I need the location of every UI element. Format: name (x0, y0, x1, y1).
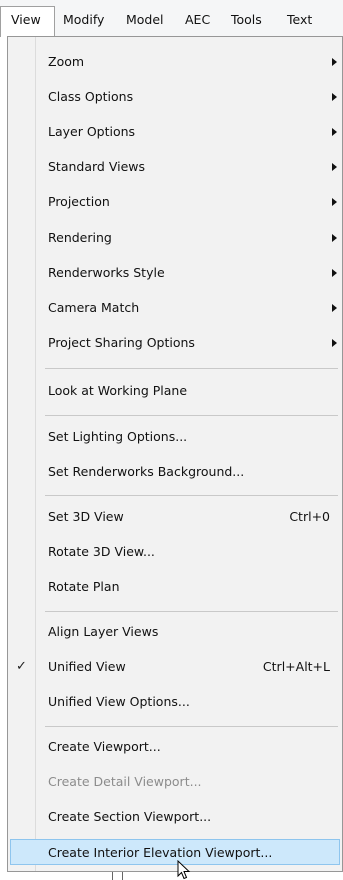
menu-item-align-layer-views[interactable]: Align Layer Views (10, 619, 340, 645)
menu-item-create-viewport[interactable]: Create Viewport... (10, 734, 340, 760)
menu-item-set-lighting-options[interactable]: Set Lighting Options... (10, 424, 340, 450)
menu-view[interactable]: View (0, 6, 55, 37)
menu-item-shortcut: Ctrl+0 (289, 509, 330, 524)
canvas-line (112, 872, 113, 880)
menu-item-label: Zoom (48, 54, 85, 69)
submenu-arrow-icon (332, 93, 337, 101)
menu-item-rotate-plan[interactable]: Rotate Plan (10, 574, 340, 600)
menu-item-label: Rotate Plan (48, 579, 120, 594)
menu-text[interactable]: Text (287, 9, 312, 31)
menu-item-create-section-viewport[interactable]: Create Section Viewport... (10, 804, 340, 830)
submenu-arrow-icon (332, 339, 337, 347)
menu-item-standard-views[interactable]: Standard Views (10, 154, 340, 180)
menu-item-label: Set Lighting Options... (48, 429, 188, 444)
menu-item-label: Create Section Viewport... (48, 809, 212, 824)
menu-item-label: Camera Match (48, 300, 140, 315)
menu-item-project-sharing-options[interactable]: Project Sharing Options (10, 330, 340, 356)
submenu-arrow-icon (332, 269, 337, 277)
menu-item-label: Unified View (48, 659, 126, 674)
menu-item-label: Look at Working Plane (48, 383, 188, 398)
menu-item-label: Create Interior Elevation Viewport... (48, 845, 273, 860)
checkmark-icon: ✓ (16, 659, 27, 674)
menu-bar: View Modify Model AEC Tools Text (0, 0, 343, 37)
menu-separator (45, 611, 338, 612)
menu-tools[interactable]: Tools (231, 9, 262, 31)
menu-item-set-renderworks-background[interactable]: Set Renderworks Background... (10, 459, 340, 485)
menu-item-class-options[interactable]: Class Options (10, 84, 340, 110)
canvas-edge (0, 872, 343, 880)
menu-item-shortcut: Ctrl+Alt+L (262, 659, 330, 674)
submenu-arrow-icon (332, 234, 337, 242)
menu-item-rotate-3d-view[interactable]: Rotate 3D View... (10, 539, 340, 565)
menu-item-label: Rotate 3D View... (48, 544, 155, 559)
submenu-arrow-icon (332, 58, 337, 66)
menu-modify[interactable]: Modify (63, 9, 104, 31)
menu-model[interactable]: Model (126, 9, 164, 31)
menu-item-label: Renderworks Style (48, 265, 165, 280)
menu-item-look-at-working-plane[interactable]: Look at Working Plane (10, 378, 340, 404)
submenu-arrow-icon (332, 128, 337, 136)
menu-separator (45, 368, 338, 369)
menu-separator (45, 726, 338, 727)
menu-item-set-3d-view[interactable]: Set 3D View Ctrl+0 (10, 504, 340, 530)
menu-item-renderworks-style[interactable]: Renderworks Style (10, 260, 340, 286)
menu-item-label: Create Viewport... (48, 739, 161, 754)
menu-item-unified-view[interactable]: ✓ Unified View Ctrl+Alt+L (10, 654, 340, 680)
menu-separator (45, 415, 338, 416)
menu-item-create-detail-viewport: Create Detail Viewport... (10, 769, 340, 795)
menu-item-projection[interactable]: Projection (10, 189, 340, 215)
menu-item-zoom[interactable]: Zoom (10, 49, 340, 75)
menu-item-label: Set Renderworks Background... (48, 464, 245, 479)
menu-item-label: Create Detail Viewport... (48, 774, 202, 789)
menu-separator (45, 495, 338, 496)
menu-item-label: Set 3D View (48, 509, 124, 524)
menu-item-rendering[interactable]: Rendering (10, 225, 340, 251)
menu-item-label: Projection (48, 194, 110, 209)
menu-item-label: Class Options (48, 89, 134, 104)
submenu-arrow-icon (332, 304, 337, 312)
submenu-arrow-icon (332, 163, 337, 171)
canvas-line (122, 872, 123, 880)
menu-item-label: Rendering (48, 230, 112, 245)
menu-item-label: Align Layer Views (48, 624, 159, 639)
menu-item-label: Layer Options (48, 124, 136, 139)
menu-aec[interactable]: AEC (185, 9, 210, 31)
menu-item-create-interior-elevation-viewport[interactable]: Create Interior Elevation Viewport... (10, 839, 340, 865)
menu-item-layer-options[interactable]: Layer Options (10, 119, 340, 145)
submenu-arrow-icon (332, 198, 337, 206)
mouse-cursor-icon (177, 860, 191, 880)
menu-item-camera-match[interactable]: Camera Match (10, 295, 340, 321)
menu-item-label: Standard Views (48, 159, 146, 174)
menu-item-unified-view-options[interactable]: Unified View Options... (10, 689, 340, 715)
menu-item-label: Unified View Options... (48, 694, 190, 709)
view-dropdown-menu: Zoom Class Options Layer Options Standar… (7, 36, 343, 872)
menu-item-label: Project Sharing Options (48, 335, 195, 350)
